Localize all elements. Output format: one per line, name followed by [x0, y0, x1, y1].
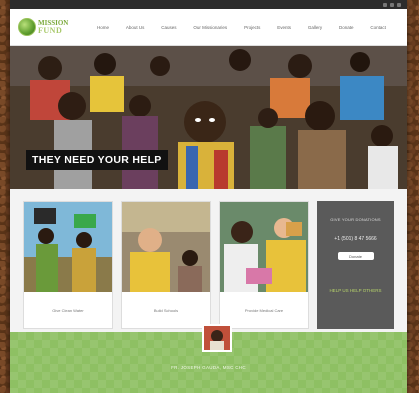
site-footer: FR. JOSEPH GAUDA, MSC CHC — [10, 324, 407, 393]
card-image-schools — [122, 202, 210, 292]
help-us-link[interactable]: HELP US HELP OTHERS — [329, 288, 381, 293]
main-nav: Home About Us Causes Our Missionaries Pr… — [94, 21, 399, 34]
hero-slider[interactable]: THEY NEED YOUR HELP — [10, 46, 407, 189]
donation-title: GIVE YOUR DONATIONS — [330, 217, 381, 222]
site-logo[interactable]: MISSION FUND — [18, 18, 80, 36]
nav-item-missionaries[interactable]: Our Missionaries — [190, 21, 230, 34]
cause-card-medical[interactable]: Provide Medical Care — [219, 201, 309, 329]
twitter-icon[interactable] — [390, 2, 394, 7]
donation-phone: +1 (501) 8 47 5666 — [334, 236, 377, 242]
facebook-icon[interactable] — [383, 2, 387, 7]
cause-section: Give Clean Water Build Schools Provide M… — [10, 189, 407, 337]
site-header: MISSION FUND Home About Us Causes Our Mi… — [10, 9, 407, 46]
youtube-icon[interactable] — [397, 2, 401, 7]
card-image-water — [24, 202, 112, 292]
cause-card-schools[interactable]: Build Schools — [121, 201, 211, 329]
donation-panel: GIVE YOUR DONATIONS +1 (501) 8 47 5666 D… — [317, 201, 394, 329]
logo-line-2: FUND — [38, 26, 63, 35]
card-caption-schools: Build Schools — [153, 307, 179, 313]
card-image-medical — [220, 202, 308, 292]
nav-item-contact[interactable]: Contact — [367, 21, 389, 34]
nav-item-home[interactable]: Home — [94, 21, 112, 34]
social-icons — [383, 2, 401, 7]
hero-banner: THEY NEED YOUR HELP — [26, 150, 168, 170]
nav-item-donate[interactable]: Donate — [336, 21, 357, 34]
donate-button[interactable]: Donate — [337, 252, 374, 260]
cause-card-water[interactable]: Give Clean Water — [23, 201, 113, 329]
nav-item-projects[interactable]: Projects — [241, 21, 263, 34]
card-caption-water: Give Clean Water — [52, 307, 84, 313]
website-page: MISSION FUND Home About Us Causes Our Mi… — [10, 0, 407, 393]
card-caption-medical: Provide Medical Care — [244, 307, 284, 313]
founder-photo — [202, 324, 232, 352]
globe-icon — [18, 18, 36, 36]
nav-item-gallery[interactable]: Gallery — [305, 21, 325, 34]
nav-item-about[interactable]: About Us — [123, 21, 148, 34]
nav-item-causes[interactable]: Causes — [158, 21, 179, 34]
founder-name: FR. JOSEPH GAUDA, MSC CHC — [171, 365, 246, 370]
nav-item-events[interactable]: Events — [274, 21, 294, 34]
top-bar — [10, 0, 407, 9]
